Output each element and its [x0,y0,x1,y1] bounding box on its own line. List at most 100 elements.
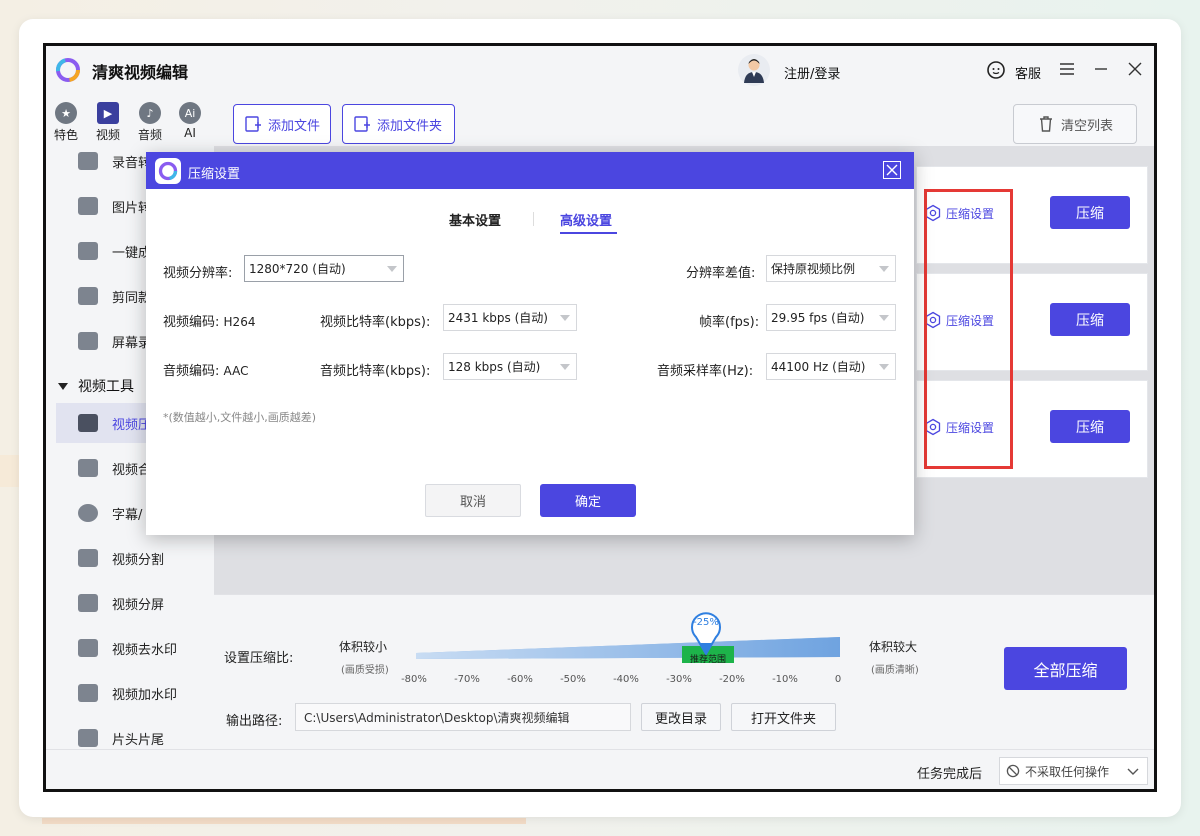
confirm-button[interactable]: 确定 [540,484,636,517]
tab-audio[interactable]: ♪ 音频 [130,98,170,146]
support-link[interactable]: 客服 [1015,63,1041,82]
chevron-down-icon [1127,768,1139,775]
caret-down-icon [560,315,570,321]
remove-watermark-icon [78,639,98,657]
star-icon: ★ [55,102,77,124]
compression-slider-track[interactable] [414,635,844,665]
close-icon[interactable] [1126,60,1144,78]
login-link[interactable]: 注册/登录 [784,63,840,82]
tab-advanced-settings[interactable]: 高级设置 [560,210,612,229]
resolution-diff-value: 保持原视频比例 [771,262,856,276]
sidebar-item[interactable]: 视频分屏 [56,583,212,623]
tab-label: 特色 [53,128,78,142]
tab-divider [533,212,534,226]
template-icon [78,287,98,305]
menu-icon[interactable] [1058,60,1076,78]
fps-value: 29.95 fps (自动) [771,311,865,325]
tab-label: 音频 [137,128,162,142]
cancel-button[interactable]: 取消 [425,484,521,517]
tab-label: 视频 [95,128,120,142]
dialog-close-icon[interactable] [883,161,901,179]
compress-button[interactable]: 压缩 [1050,410,1130,443]
settings-note: *(数值越小,文件越小,画质越差) [163,411,317,424]
tab-featured[interactable]: ★ 特色 [46,98,86,146]
audio-codec-label-text: 音频编码: [163,364,220,379]
slider-tick-label: -60% [507,674,533,685]
sidebar-item[interactable]: 视频分割 [56,538,212,578]
after-task-label: 任务完成后 [917,767,983,782]
slider-tick-label: -30% [666,674,692,685]
sidebar-item-label: 片头片尾 [112,732,165,748]
compress-button[interactable]: 压缩 [1050,303,1130,336]
video-codec-value: H264 [223,315,256,329]
app-logo-icon [155,158,181,184]
tab-ai[interactable]: Ai AI [170,98,210,146]
split-icon [78,549,98,567]
audio-bitrate-label: 音频比特率(kbps): [320,364,431,379]
change-directory-button[interactable]: 更改目录 [641,703,721,731]
recommended-range-label: 推荐范围 [689,655,726,665]
minimize-icon[interactable] [1092,60,1110,78]
slider-tick-label: -70% [454,674,480,685]
sidebar-item[interactable]: 视频去水印 [56,628,212,668]
video-codec-label-text: 视频编码: [163,315,220,330]
sidebar-item-label: 视频分割 [112,552,165,568]
video-bitrate-select[interactable]: 2431 kbps (自动) [443,304,577,331]
ban-icon [1006,764,1020,778]
audio-to-text-icon [78,152,98,170]
add-file-button[interactable]: 添加文件 [233,104,331,144]
sample-rate-select[interactable]: 44100 Hz (自动) [766,353,896,380]
output-path-field[interactable]: C:\Users\Administrator\Desktop\清爽视频编辑 [295,703,631,731]
output-path-label: 输出路径: [226,714,283,729]
audio-codec-value: AAC [223,364,249,378]
sample-rate-label: 音频采样率(Hz): [657,364,754,379]
clear-list-button[interactable]: 清空列表 [1013,104,1137,144]
slider-tick-label: -80% [401,674,427,685]
resolution-select[interactable]: 1280*720 (自动) [244,255,404,282]
audio-bitrate-select[interactable]: 128 kbps (自动) [443,353,577,380]
tab-video[interactable]: ▶ 视频 [88,98,128,146]
add-folder-icon [354,116,370,132]
after-task-select[interactable]: 不采取任何操作 [999,757,1148,785]
small-size-title: 体积较小 [339,640,388,654]
support-icon[interactable] [986,60,1006,80]
after-task-value: 不采取任何操作 [1025,764,1110,779]
slider-value: -25% [693,617,719,628]
sidebar-group-header[interactable]: 视频工具 [58,376,134,396]
output-path-value: C:\Users\Administrator\Desktop\清爽视频编辑 [304,710,570,725]
status-bar: 任务完成后 不采取任何操作 [46,749,1154,789]
open-folder-button[interactable]: 打开文件夹 [731,703,836,731]
slider-handle[interactable]: -25% [690,611,722,655]
add-folder-button[interactable]: 添加文件夹 [342,104,455,144]
fps-label: 帧率(fps): [699,315,760,330]
avatar[interactable] [738,54,770,86]
sidebar-item[interactable]: 视频加水印 [56,673,212,713]
add-file-icon [245,116,261,132]
compression-panel: 设置压缩比: 体积较小 (画质受损) 体积较大 (画质清晰) 推荐范围 -25%… [214,594,1154,749]
background-stripe [42,818,526,824]
slider-tick-label: 0 [834,674,842,685]
intro-outro-icon [78,729,98,747]
sidebar-group-label: 视频工具 [78,379,134,395]
ai-icon: Ai [179,102,201,124]
audio-codec-label: 音频编码: AAC [163,360,248,379]
caret-down-icon [58,382,68,390]
merge-icon [78,459,98,477]
resolution-value: 1280*720 (自动) [249,262,346,276]
split-screen-icon [78,594,98,612]
compress-icon [78,414,98,432]
app-logo-icon [56,58,80,82]
fps-select[interactable]: 29.95 fps (自动) [766,304,896,331]
slider-tick-label: -40% [613,674,639,685]
video-codec-label: 视频编码: H264 [163,311,255,330]
active-tab-indicator [560,232,617,234]
tab-basic-settings[interactable]: 基本设置 [449,210,501,229]
compress-all-button[interactable]: 全部压缩 [1004,647,1127,690]
compress-button[interactable]: 压缩 [1050,196,1130,229]
subtitle-icon [78,504,98,522]
resolution-diff-select[interactable]: 保持原视频比例 [766,255,896,282]
slider-tick-label: -50% [560,674,586,685]
compression-ratio-label: 设置压缩比: [224,651,294,666]
video-bitrate-label: 视频比特率(kbps): [320,315,431,330]
caret-down-icon [879,266,889,272]
